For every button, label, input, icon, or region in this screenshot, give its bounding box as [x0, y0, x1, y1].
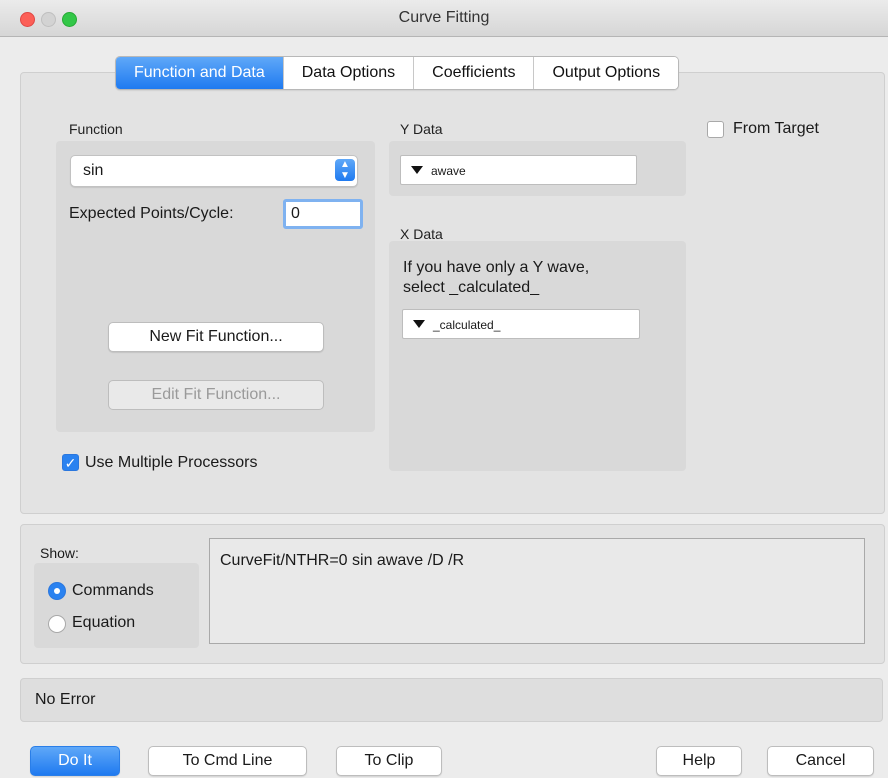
edit-fit-function-button[interactable]: Edit Fit Function... — [108, 380, 324, 410]
dropdown-triangle-icon — [413, 320, 425, 328]
x-data-hint-line2: select _calculated_ — [403, 279, 540, 296]
tab-output-options[interactable]: Output Options — [533, 57, 679, 89]
cancel-button[interactable]: Cancel — [767, 746, 874, 776]
show-label: Show: — [40, 545, 79, 561]
to-clip-button[interactable]: To Clip — [336, 746, 442, 776]
x-data-popup[interactable]: _calculated_ — [402, 309, 640, 339]
expected-points-label: Expected Points/Cycle: — [69, 205, 234, 222]
expected-points-input[interactable]: 0 — [283, 199, 363, 229]
function-select-value: sin — [83, 162, 104, 179]
show-commands-label: Commands — [72, 582, 154, 599]
use-multiple-processors-checkbox[interactable]: ✓ — [62, 454, 79, 471]
show-equation-label: Equation — [72, 614, 136, 631]
help-button[interactable]: Help — [656, 746, 742, 776]
to-cmd-line-button[interactable]: To Cmd Line — [148, 746, 307, 776]
from-target-label: From Target — [733, 120, 819, 137]
command-text-box: CurveFit/NTHR=0 sin awave /D /R — [209, 538, 865, 644]
tab-data-options[interactable]: Data Options — [282, 57, 414, 89]
show-options-box — [34, 563, 199, 648]
do-it-button[interactable]: Do It — [30, 746, 120, 776]
from-target-checkbox[interactable] — [707, 121, 724, 138]
x-data-hint-line1: If you have only a Y wave, — [403, 259, 590, 276]
function-select[interactable]: sin ▲ ▼ — [70, 155, 358, 187]
tab-bar: Function and Data Data Options Coefficie… — [115, 56, 680, 90]
y-data-value: awave — [431, 164, 466, 178]
status-message: No Error — [20, 678, 883, 722]
select-stepper-icon: ▲ ▼ — [335, 159, 355, 181]
window-title: Curve Fitting — [398, 9, 490, 26]
y-data-popup[interactable]: awave — [400, 155, 637, 185]
x-data-label: X Data — [400, 226, 443, 242]
function-group-label: Function — [69, 121, 123, 137]
tab-function-and-data[interactable]: Function and Data — [116, 57, 283, 89]
x-data-value: _calculated_ — [433, 318, 501, 332]
use-multiple-processors-label: Use Multiple Processors — [85, 454, 258, 471]
new-fit-function-button[interactable]: New Fit Function... — [108, 322, 324, 352]
y-data-label: Y Data — [400, 121, 443, 137]
dropdown-triangle-icon — [411, 166, 423, 174]
tab-coefficients[interactable]: Coefficients — [413, 57, 534, 89]
show-equation-radio[interactable] — [48, 615, 66, 633]
show-commands-radio[interactable] — [48, 582, 66, 600]
